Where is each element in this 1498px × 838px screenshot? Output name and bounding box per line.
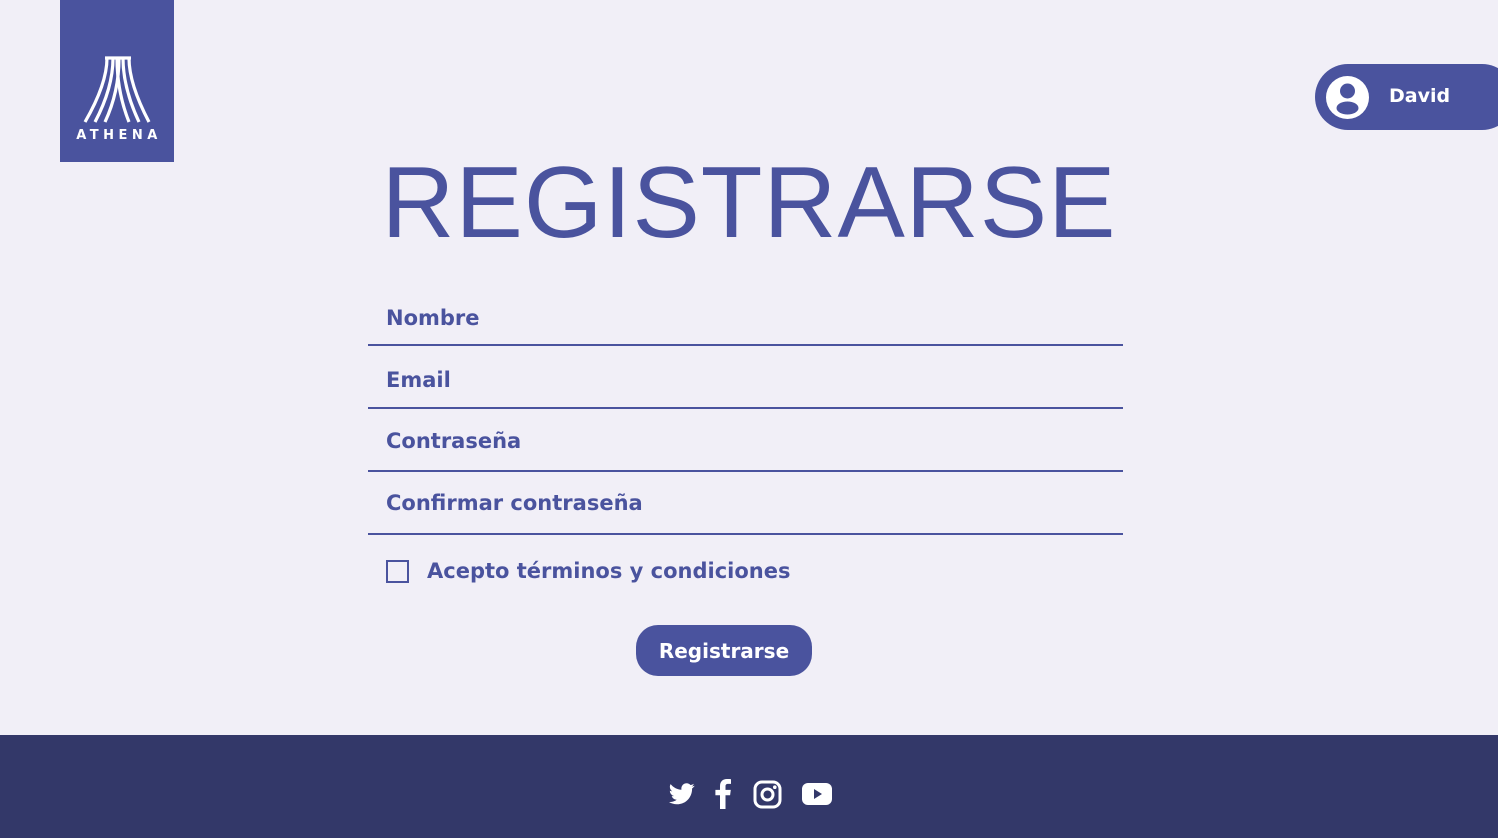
terms-label[interactable]: Acepto términos y condiciones [427,559,790,583]
terms-checkbox[interactable] [386,559,409,583]
footer [0,735,1498,838]
twitter-icon[interactable] [668,778,696,810]
password-field [368,412,1123,472]
confirm-password-input[interactable] [368,473,1123,533]
facebook-icon[interactable] [712,778,734,810]
user-avatar-icon [1326,76,1369,119]
page-title: REGISTRARSE [381,147,1117,259]
athena-logo-mark-icon [83,56,151,123]
instagram-icon[interactable] [751,778,783,810]
logo-text: ATHENA [76,128,162,143]
email-field [368,352,1123,409]
name-field [368,292,1123,346]
password-input[interactable] [368,412,1123,470]
terms-row: Acepto términos y condiciones [386,557,790,585]
youtube-icon[interactable] [801,778,833,810]
athena-logo[interactable]: ATHENA [60,0,174,162]
user-name: David [1389,85,1451,107]
email-input[interactable] [368,352,1123,407]
name-input[interactable] [368,292,1123,344]
confirm-password-field [368,473,1123,535]
user-menu-button[interactable]: David [1315,64,1498,130]
register-button[interactable]: Registrarse [636,625,812,676]
